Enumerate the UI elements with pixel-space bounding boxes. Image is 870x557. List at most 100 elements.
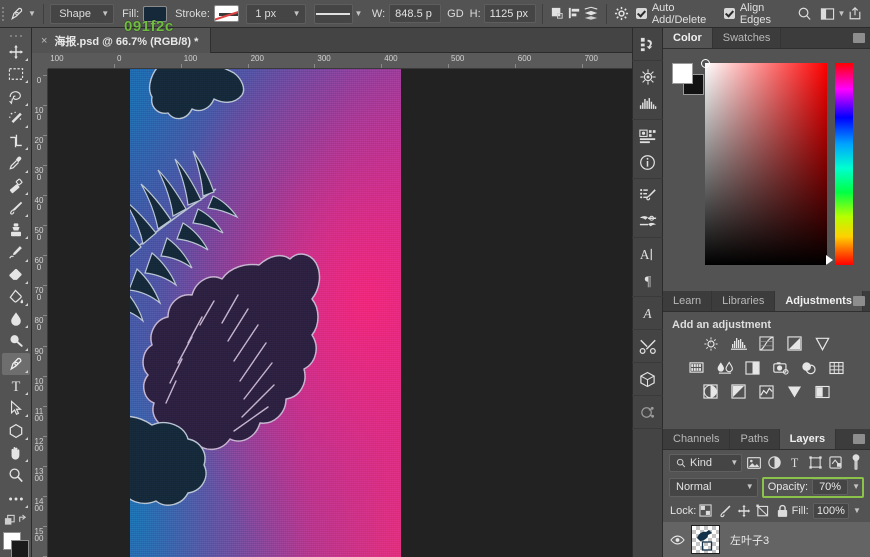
close-icon[interactable]: × [41, 35, 47, 47]
type-layers-icon[interactable]: T [787, 454, 803, 472]
tab-layers[interactable]: Layers [779, 429, 837, 449]
sidebar-item-clone-stamp-tool[interactable] [2, 219, 30, 241]
tool-mode-select[interactable]: Shape ▼ [50, 3, 115, 24]
layer-visibility-toggle[interactable] [663, 535, 691, 545]
lock-transparent-pixels-icon[interactable] [696, 502, 715, 520]
tab-swatches[interactable]: Swatches [713, 28, 782, 48]
photo-filter-icon[interactable] [771, 359, 790, 376]
brush-presets-icon[interactable] [634, 208, 661, 234]
sidebar-item-history-brush-tool[interactable] [2, 241, 30, 263]
fill-value[interactable]: 100% [812, 502, 850, 519]
table-row[interactable]: 左叶子3 [663, 522, 870, 557]
pixel-layers-icon[interactable] [746, 454, 762, 472]
actions-icon[interactable] [634, 399, 661, 425]
workspace-chevron-down-icon[interactable]: ▼ [836, 9, 847, 18]
lock-all-icon[interactable] [773, 502, 792, 520]
filter-kind-select[interactable]: Kind ▼ [669, 453, 743, 472]
color-balance-icon[interactable] [715, 359, 734, 376]
lock-artboard-nesting-icon[interactable] [753, 502, 772, 520]
stroke-style-select[interactable] [313, 3, 353, 24]
layer-comps-icon[interactable] [634, 123, 661, 149]
histogram-icon[interactable] [634, 90, 661, 116]
tool-preset-chevron-down-icon[interactable]: ▼ [27, 9, 38, 18]
paragraph-icon[interactable]: ¶ [634, 267, 661, 293]
tab-channels[interactable]: Channels [663, 429, 731, 449]
stroke-color-swatch[interactable] [213, 5, 240, 22]
foreground-color-chip[interactable] [672, 63, 693, 84]
color-lookup-icon[interactable] [827, 359, 846, 376]
quick-mask-and-swap-icons[interactable] [2, 510, 30, 530]
selective-color-icon[interactable] [813, 383, 832, 400]
sidebar-item-blur-tool[interactable] [2, 308, 30, 330]
background-color-swatch[interactable] [10, 540, 29, 557]
sidebar-item-lasso-tool[interactable] [2, 85, 30, 107]
sidebar-item-path-selection-tool[interactable] [2, 397, 30, 419]
invert-icon[interactable] [701, 383, 720, 400]
filter-toggle-icon[interactable] [848, 453, 864, 472]
gear-icon[interactable] [613, 3, 630, 25]
color-panel-chips[interactable] [672, 63, 706, 97]
curves-icon[interactable] [757, 335, 776, 352]
smart-object-icon[interactable] [827, 454, 843, 472]
adjustments-dial-icon[interactable] [634, 64, 661, 90]
path-operations-icon[interactable] [548, 3, 565, 25]
brightness-contrast-icon[interactable] [701, 335, 720, 352]
height-input[interactable]: 1125 px [483, 4, 536, 23]
opacity-chevron-down-icon[interactable]: ▼ [852, 483, 860, 491]
sidebar-item-eyedropper-tool[interactable] [2, 152, 30, 174]
document-tab[interactable]: × 海报.psd @ 66.7% (RGB/8) * [32, 28, 212, 53]
sidebar-item-eraser-tool[interactable] [2, 264, 30, 286]
sidebar-item-dodge-tool[interactable] [2, 330, 30, 352]
tab-color[interactable]: Color [663, 28, 713, 48]
lock-position-icon[interactable] [734, 502, 753, 520]
width-input[interactable]: 848.5 p [389, 4, 442, 23]
black-white-icon[interactable] [743, 359, 762, 376]
sidebar-item-shape-tool[interactable] [2, 419, 30, 441]
search-icon[interactable] [796, 3, 813, 25]
document-viewport[interactable] [48, 69, 632, 557]
adjustment-layers-icon[interactable] [767, 454, 783, 472]
stroke-width-field[interactable]: 1 px ▼ [246, 3, 306, 24]
styles-icon[interactable]: A [634, 300, 661, 326]
foreground-background-colors[interactable] [2, 532, 30, 557]
sidebar-item-brush-tool[interactable] [2, 197, 30, 219]
sidebar-item-object-selection-tool[interactable] [2, 108, 30, 130]
hue-saturation-icon[interactable] [687, 359, 706, 376]
info-icon[interactable] [634, 149, 661, 175]
history-icon[interactable] [634, 31, 661, 57]
artboard-canvas[interactable] [130, 69, 401, 557]
levels-icon[interactable] [729, 335, 748, 352]
3d-icon[interactable] [634, 366, 661, 392]
color-field[interactable] [701, 59, 827, 265]
lock-image-pixels-icon[interactable] [715, 502, 734, 520]
layers-panel-menu-icon[interactable] [853, 434, 865, 444]
link-dimensions-icon[interactable]: GD [447, 8, 464, 20]
color-field-marker[interactable] [701, 59, 710, 68]
fill-chevron-down-icon[interactable]: ▼ [853, 506, 861, 515]
hue-slider[interactable] [835, 63, 853, 265]
layer-thumbnail[interactable] [691, 525, 720, 554]
horizontal-ruler[interactable]: 2001000100200300400500600700800900100011… [48, 53, 632, 69]
sidebar-item-crop-tool[interactable] [2, 130, 30, 152]
threshold-icon[interactable] [757, 383, 776, 400]
sidebar-item-pen-tool[interactable] [1, 352, 30, 375]
layer-name[interactable]: 左叶子3 [730, 532, 769, 548]
workspace-icon[interactable] [819, 3, 836, 25]
opacity-control[interactable]: Opacity: 70% ▼ [761, 476, 864, 498]
vibrance-icon[interactable] [813, 335, 832, 352]
blend-mode-select[interactable]: Normal ▼ [669, 477, 758, 497]
hue-slider-handle[interactable] [826, 255, 833, 265]
edit-toolbar-ellipsis-icon[interactable] [2, 488, 30, 510]
stroke-style-chevron-down-icon[interactable]: ▼ [353, 9, 364, 18]
opacity-value[interactable]: 70% [812, 479, 849, 495]
auto-add-delete-checkbox[interactable] [635, 8, 647, 20]
tab-paths[interactable]: Paths [730, 429, 780, 449]
ruler-corner[interactable] [32, 53, 48, 69]
exposure-icon[interactable] [785, 335, 804, 352]
sidebar-item-zoom-tool[interactable] [2, 464, 30, 486]
tools-panel-grip[interactable] [2, 32, 30, 41]
posterize-icon[interactable] [729, 383, 748, 400]
sidebar-item-type-tool[interactable]: T [2, 375, 30, 397]
path-arrangement-icon[interactable] [583, 3, 600, 25]
vertical-ruler[interactable]: 0 100 200 300 400 500 600 700 800 900 1000 1100 1200… [32, 69, 48, 557]
